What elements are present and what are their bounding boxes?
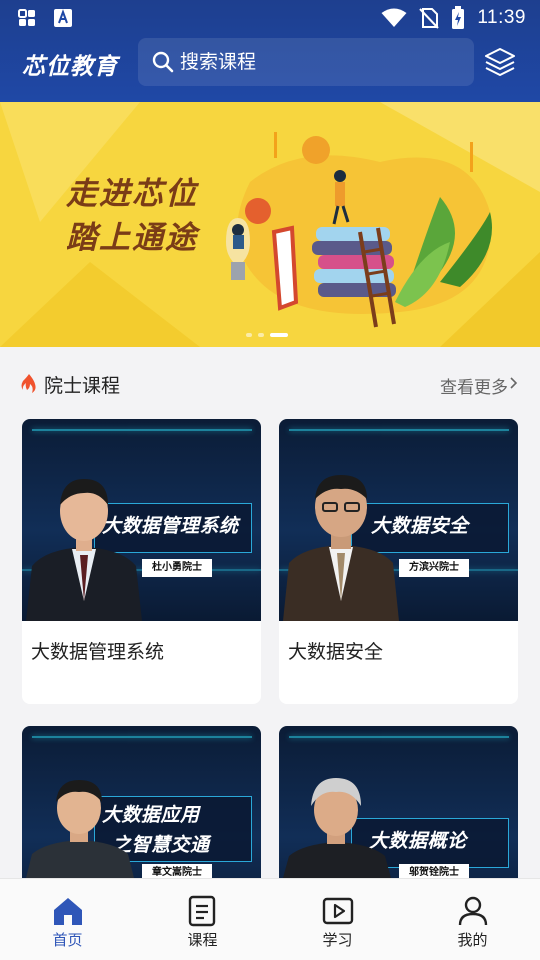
banner-title-line2: 踏上通途 (66, 220, 198, 256)
search-icon (152, 51, 174, 73)
wifi-icon (381, 8, 407, 27)
grid-app-icon (18, 9, 35, 26)
lecturer-photo (283, 778, 391, 878)
carousel-dot[interactable] (258, 333, 264, 337)
lecturer-photo (26, 780, 134, 878)
app-header: 11:39 芯位教育 (0, 0, 540, 102)
text-app-icon (54, 9, 72, 27)
lecturer-tag: 杜小勇院士 (142, 559, 212, 577)
course-title: 大数据安全 (288, 641, 384, 663)
tab-label: 课程 (187, 931, 218, 949)
battery-icon (452, 6, 465, 29)
home-icon (54, 898, 82, 925)
tab-courses[interactable]: 课程 (135, 879, 270, 960)
bottom-tab-bar: 首页 课程 学习 我的 (0, 878, 540, 960)
tab-me[interactable]: 我的 (405, 879, 540, 960)
tab-label: 首页 (52, 931, 83, 949)
course-card[interactable]: 大数据安全 方滨兴院士 大数据安全 (279, 419, 518, 704)
carousel-indicator (246, 333, 288, 337)
search-box[interactable] (138, 38, 474, 86)
chevron-right-icon[interactable] (510, 377, 518, 389)
section-title: 院士课程 (44, 375, 121, 397)
lecturer-photo (26, 479, 142, 621)
no-sim-icon (419, 8, 440, 29)
lecturer-tag: 方滨兴院士 (399, 559, 469, 577)
status-time: 11:39 (477, 7, 526, 28)
course-thumbnail: 大数据安全 方滨兴院士 (279, 419, 518, 621)
tab-label: 学习 (322, 931, 353, 949)
carousel-dot-active[interactable] (270, 333, 288, 337)
section-header: 院士课程 查看更多 (0, 347, 540, 417)
carousel-dot[interactable] (246, 333, 252, 337)
document-icon (188, 895, 216, 927)
lecturer-photo (283, 475, 399, 621)
course-title: 大数据管理系统 (31, 641, 165, 663)
person-icon (458, 896, 488, 926)
course-card[interactable]: 大数据管理系统 杜小勇院士 大数据管理系统 (22, 419, 261, 704)
layers-icon[interactable] (484, 46, 516, 78)
play-icon (322, 897, 354, 925)
course-thumbnail: 大数据管理系统 杜小勇院士 (22, 419, 261, 621)
tab-study[interactable]: 学习 (270, 879, 405, 960)
promo-banner[interactable]: 走进芯位 踏上通途 (0, 102, 540, 347)
banner-title: 走进芯位 踏上通途 (66, 172, 198, 260)
status-bar: 11:39 (0, 0, 540, 36)
banner-title-line1: 走进芯位 (66, 176, 198, 212)
fire-icon (21, 374, 36, 393)
search-input[interactable] (180, 51, 460, 73)
tab-label: 我的 (457, 931, 488, 949)
tab-home[interactable]: 首页 (0, 879, 135, 960)
app-logo: 芯位教育 (22, 54, 118, 80)
see-more-link[interactable]: 查看更多 (440, 373, 508, 398)
